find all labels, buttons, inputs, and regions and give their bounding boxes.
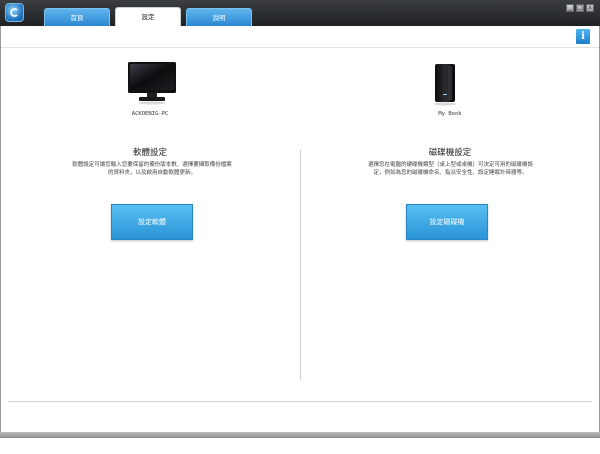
drive-settings-description: 選擇您在電腦的硬碟機類型（桌上型或桌機）可決定可用的磁碟機設定，例如為您的磁碟機… xyxy=(368,162,534,176)
drive-settings-panel: My Book 磁碟機設定 選擇您在電腦的硬碟機類型（桌上型或桌機）可決定可用的… xyxy=(300,47,600,385)
close-button[interactable]: x xyxy=(586,4,594,12)
window-bottom-frame xyxy=(0,432,600,438)
status-separator xyxy=(8,401,592,402)
external-drive-icon xyxy=(434,64,456,106)
toolbar: i xyxy=(0,26,600,48)
drive-name-label: My Book xyxy=(438,111,462,117)
software-settings-panel: ACKOENIG-PC 軟體設定 軟體設定可讓您輸入您要保留的備份版本數、選擇要… xyxy=(0,47,300,385)
tab-home[interactable]: 首頁 xyxy=(44,8,110,26)
app-logo-icon[interactable] xyxy=(5,3,24,22)
title-bar: 首頁 設定 說明 _ □ x xyxy=(0,0,600,27)
tab-help[interactable]: 說明 xyxy=(186,8,252,26)
drive-settings-title: 磁碟機設定 xyxy=(428,148,472,158)
computer-name-label: ACKOENIG-PC xyxy=(131,111,169,117)
configure-software-button[interactable]: 設定軟體 xyxy=(111,204,193,240)
configure-drive-button[interactable]: 設定磁碟機 xyxy=(406,204,488,240)
info-icon[interactable]: i xyxy=(576,29,590,44)
monitor-icon xyxy=(128,62,176,105)
minimize-button[interactable]: _ xyxy=(566,4,574,12)
software-settings-title: 軟體設定 xyxy=(132,148,167,158)
app-window: 首頁 設定 說明 _ □ x i ACKOENIG-PC 軟體設定 軟體設定可讓… xyxy=(0,0,600,438)
tab-settings[interactable]: 設定 xyxy=(115,7,181,27)
maximize-button[interactable]: □ xyxy=(576,4,584,12)
software-settings-description: 軟體設定可讓您輸入您要保留的備份版本數、選擇要擷取備份檔案的資料夾，以及啟用自動… xyxy=(72,162,232,176)
